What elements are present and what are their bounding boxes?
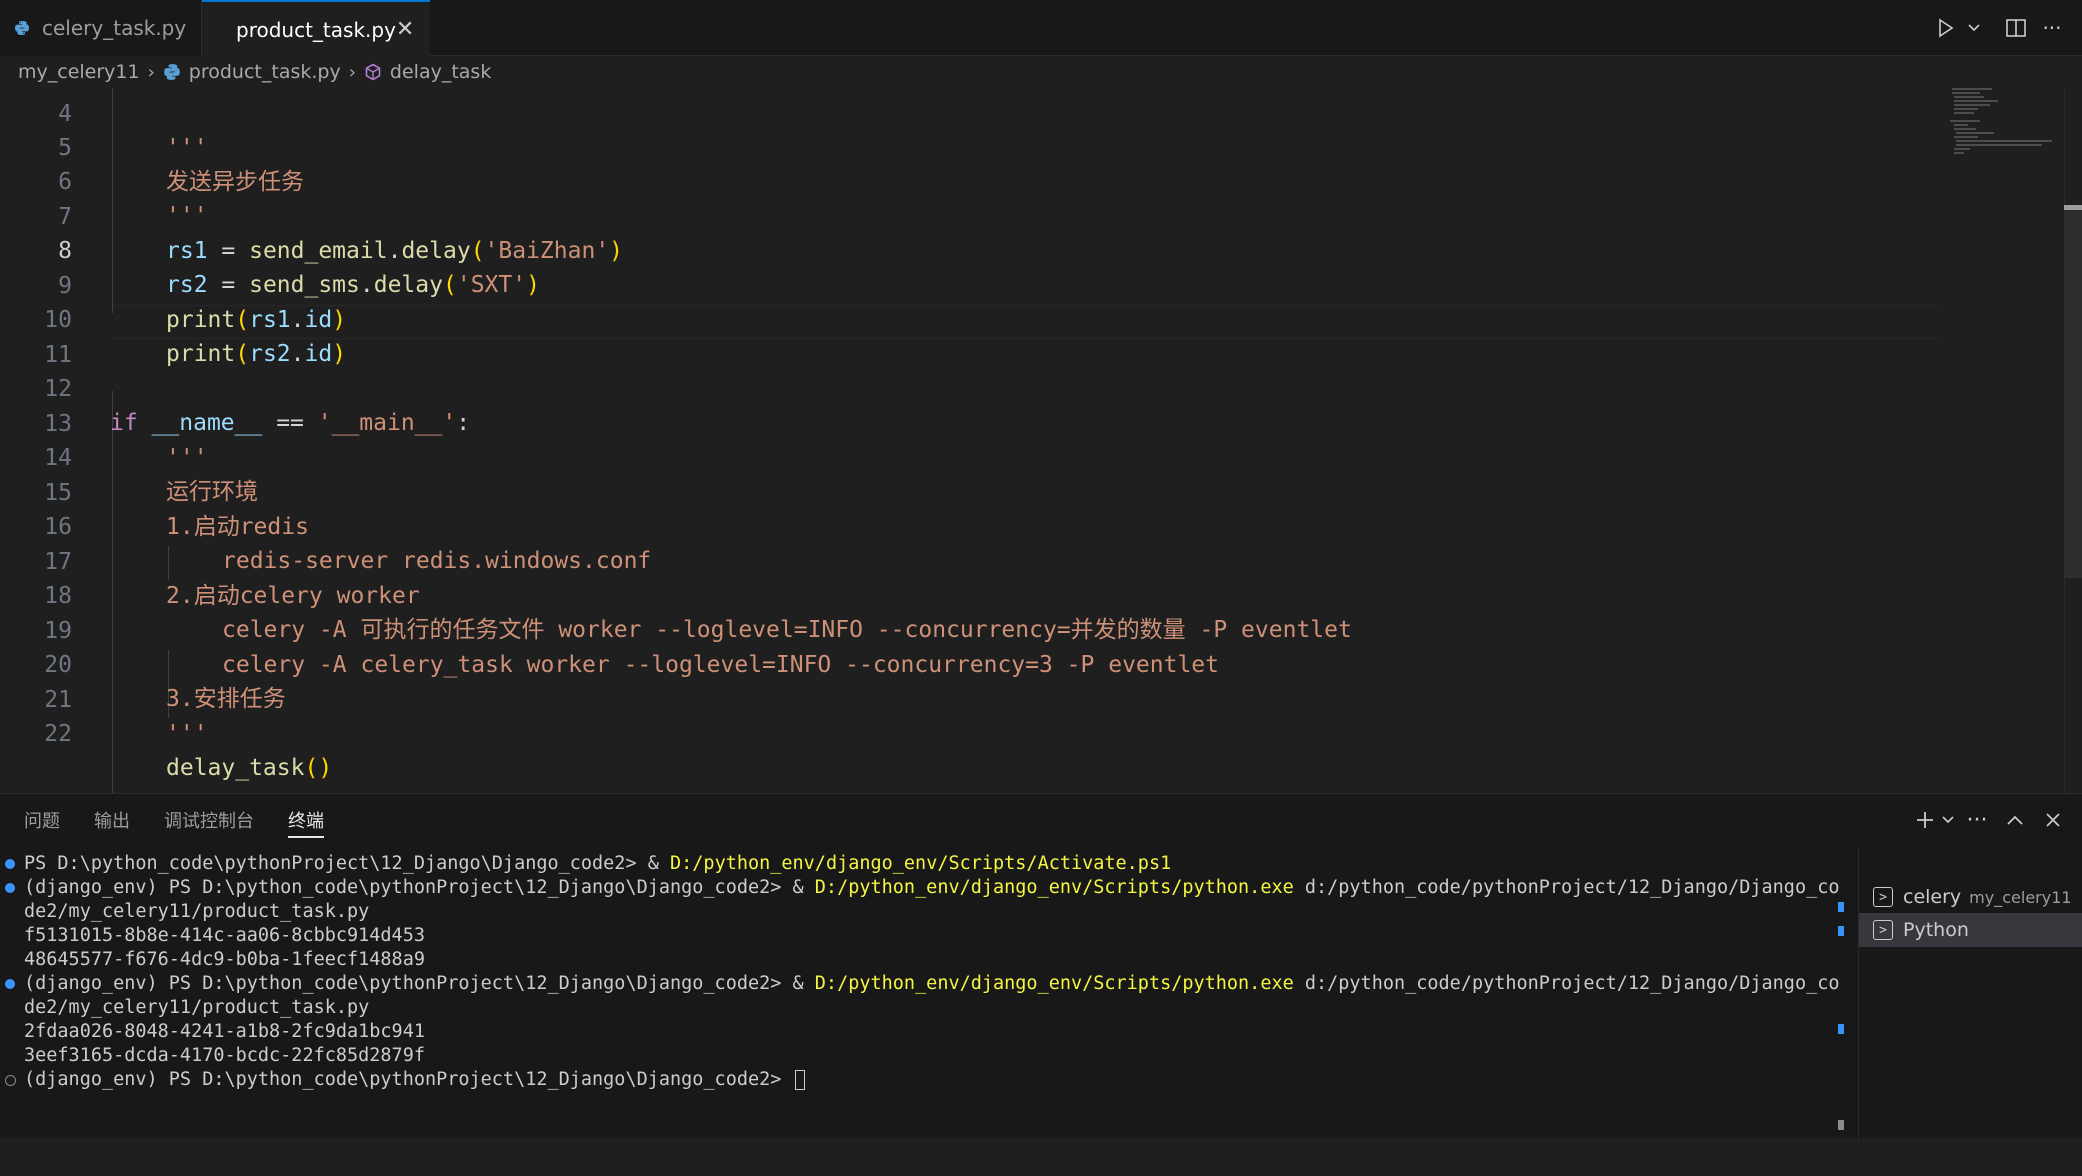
tab-celery-task[interactable]: celery_task.py: [0, 0, 202, 56]
terminal-output[interactable]: PS D:\python_code\pythonProject\12_Djang…: [0, 846, 1844, 1139]
code-line: 16 redis-server redis.windows.conf: [0, 475, 2000, 575]
line-number: 22: [44, 720, 72, 747]
terminal-scroll-markers: [1838, 902, 1844, 1176]
terminal-command: D:/python_env/django_env/Scripts/python.…: [814, 973, 1294, 994]
code-line: 19 celery -A celery_task worker --loglev…: [0, 579, 2000, 679]
terminal-line: 48645577-f676-4dc9-b0ba-1feecf1488a9: [24, 949, 425, 970]
run-icon[interactable]: [1928, 0, 1964, 56]
more-actions-icon[interactable]: ···: [2034, 0, 2070, 56]
code-line: 15 1.启动redis: [0, 441, 2000, 541]
code-line: 7 rs1 = send_email.delay('BaiZhan'): [0, 165, 2000, 265]
close-icon[interactable]: ✕: [396, 17, 414, 42]
tab-output[interactable]: 输出: [94, 794, 130, 846]
maximize-panel-icon[interactable]: [1996, 794, 2034, 846]
tab-product-task[interactable]: product_task.py ✕: [202, 0, 430, 57]
code-text: delay_task(): [166, 755, 333, 782]
tab-problems[interactable]: 问题: [24, 794, 60, 846]
terminal-icon: >: [1873, 887, 1893, 907]
terminal-subtitle: my_celery11: [1969, 887, 2072, 907]
terminal-prompt: (django_env) PS D:\python_code\pythonPro…: [24, 973, 815, 994]
code-line: 20 3.安排任务: [0, 613, 2000, 713]
code-line: 21 ''': [0, 648, 2000, 748]
close-panel-icon[interactable]: [2034, 794, 2072, 846]
terminal-cursor: [794, 1070, 805, 1090]
terminal-list: > celery my_celery11 > Python: [1858, 846, 2082, 1139]
chevron-down-icon[interactable]: [1938, 794, 1958, 846]
breadcrumb: my_celery11 › product_task.py › delay_ta…: [0, 56, 2082, 88]
terminal-line: 3eef3165-dcda-4170-bcdc-22fc85d2879f: [24, 1045, 425, 1066]
code-line: 10 print(rs2.id): [0, 268, 2000, 368]
breadcrumb-file[interactable]: product_task.py: [189, 61, 341, 83]
terminal-command: D:/python_env/django_env/Scripts/Activat…: [670, 853, 1172, 874]
function-symbol-icon: [365, 63, 381, 81]
breadcrumb-symbol[interactable]: delay_task: [390, 61, 491, 83]
terminal-line: (django_env) PS D:\python_code\pythonPro…: [24, 1068, 805, 1092]
more-actions-icon[interactable]: ···: [1958, 794, 1996, 846]
code-line: 5 发送异步任务: [0, 96, 2000, 196]
terminal-line: f5131015-8b8e-414c-aa06-8cbbc914d453: [24, 925, 425, 946]
minimap[interactable]: [1940, 88, 2070, 793]
terminal-prompt: PS D:\python_code\pythonProject\12_Djang…: [24, 853, 671, 874]
code-line: 11: [0, 303, 2000, 368]
terminal-item-celery[interactable]: > celery my_celery11: [1859, 880, 2082, 914]
tab-terminal[interactable]: 终端: [288, 794, 324, 846]
command-pending-dot[interactable]: [5, 1075, 16, 1086]
vertical-scrollbar[interactable]: [2064, 88, 2082, 793]
terminal-item-python[interactable]: > Python: [1859, 913, 2082, 947]
terminal-argument: d:/python_code/pythonProject/12_Django/D…: [1293, 973, 1840, 994]
code-line: 18 celery -A 可执行的任务文件 worker --loglevel=…: [0, 544, 2000, 644]
panel-actions: ···: [1912, 794, 2072, 846]
terminal-command: D:/python_env/django_env/Scripts/python.…: [814, 877, 1294, 898]
terminal-line: (django_env) PS D:\python_code\pythonPro…: [24, 876, 1840, 900]
terminal-name: Python: [1903, 919, 1969, 941]
tab-label: product_task.py: [236, 17, 396, 42]
command-success-dot[interactable]: [5, 979, 15, 989]
python-file-icon: [163, 64, 180, 80]
scrollbar-thumb[interactable]: [2065, 208, 2082, 578]
code-line: 6 ''': [0, 130, 2000, 230]
overview-ruler-cursor: [2064, 205, 2082, 210]
chevron-right-icon: ›: [348, 61, 356, 83]
panel-tabs: 问题 输出 调试控制台 终端: [0, 794, 324, 846]
terminal-prompt: (django_env) PS D:\python_code\pythonPro…: [24, 1069, 793, 1090]
terminal-argument: d:/python_code/pythonProject/12_Django/D…: [1293, 877, 1840, 898]
split-editor-icon[interactable]: [1998, 0, 2034, 56]
command-success-dot[interactable]: [5, 859, 15, 869]
tab-label: celery_task.py: [42, 16, 187, 40]
chevron-down-icon[interactable]: [1964, 0, 1984, 56]
code-line: 12 if __name__ == '__main__':: [0, 337, 2000, 437]
bottom-panel: 问题 输出 调试控制台 终端 ··· PS D:\python_code\pyt…: [0, 793, 2082, 1139]
terminal-prompt: (django_env) PS D:\python_code\pythonPro…: [24, 877, 815, 898]
editor-tab-bar: celery_task.py product_task.py ✕ ···: [0, 0, 2082, 57]
terminal-line: (django_env) PS D:\python_code\pythonPro…: [24, 972, 1840, 996]
terminal-line: de2/my_celery11/product_task.py: [24, 997, 370, 1018]
terminal-line: 2fdaa026-8048-4241-a1b8-2fc9da1bc941: [24, 1021, 425, 1042]
code-editor[interactable]: 4 ''' 5 发送异步任务 6 ''' 7 rs1 = send_email.…: [0, 88, 2082, 793]
code-line: 13 ''': [0, 372, 2000, 472]
command-success-dot[interactable]: [5, 883, 15, 893]
code-line: 8 rs2 = send_sms.delay('SXT'): [0, 199, 2000, 299]
tab-debug-console[interactable]: 调试控制台: [164, 794, 254, 846]
terminal-name: celery: [1903, 886, 1962, 908]
new-terminal-icon[interactable]: [1912, 794, 1938, 846]
code-text: ''': [166, 721, 208, 748]
chevron-right-icon: ›: [147, 61, 155, 83]
terminal-line: PS D:\python_code\pythonProject\12_Djang…: [24, 852, 1171, 876]
code-line: 9 print(rs1.id): [0, 234, 2000, 334]
code-line: 17 2.启动celery worker: [0, 510, 2000, 610]
python-file-icon: [15, 21, 29, 35]
breadcrumb-folder[interactable]: my_celery11: [18, 61, 140, 83]
terminal-icon: >: [1873, 920, 1893, 940]
code-line: 22 delay_task(): [0, 682, 2000, 782]
code-line: 14 运行环境: [0, 406, 2000, 506]
editor-actions: ···: [1928, 0, 2082, 56]
terminal-line: de2/my_celery11/product_task.py: [24, 901, 370, 922]
